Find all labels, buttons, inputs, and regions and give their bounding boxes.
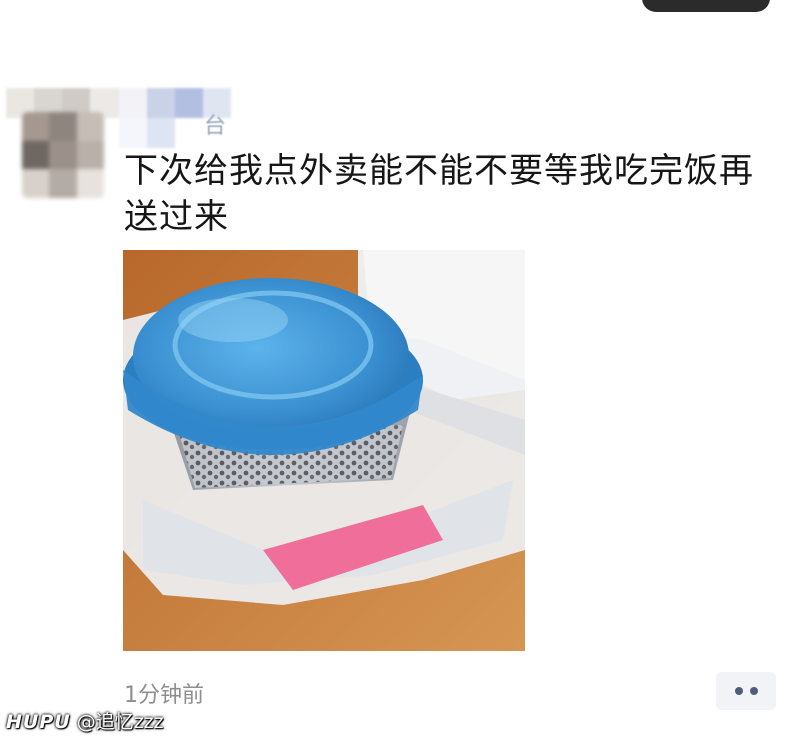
watermark-handle: @追忆zzz — [76, 711, 164, 733]
ellipsis-icon-dot-2 — [749, 687, 758, 695]
post-message: 下次给我点外卖能不能不要等我吃完饭再 送过来 — [124, 148, 764, 240]
post-photo[interactable] — [123, 250, 525, 651]
author-name-partial: 台 — [204, 114, 227, 139]
avatar[interactable] — [22, 112, 104, 198]
lid-highlight — [178, 298, 288, 342]
watermark: HUPU @追忆zzz — [6, 707, 164, 734]
post-message-line-2: 送过来 — [124, 197, 229, 237]
post-timestamp: 1分钟前 — [124, 683, 204, 708]
ellipsis-icon — [734, 687, 743, 695]
more-button[interactable] — [716, 672, 776, 710]
status-pill — [642, 0, 770, 12]
watermark-brand: HUPU — [6, 711, 71, 733]
post-message-line-1: 下次给我点外卖能不能不要等我吃完饭再 — [124, 151, 754, 191]
